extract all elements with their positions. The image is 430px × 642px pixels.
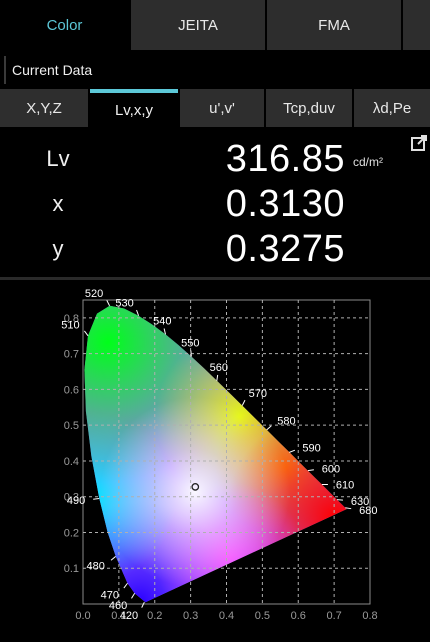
y-tick-label: 0.5 — [64, 420, 79, 432]
wavelength-tick — [84, 331, 88, 336]
tab-jeita[interactable]: JEITA — [131, 0, 265, 50]
tab-xyz-label: X,Y,Z — [26, 100, 62, 117]
wavelength-tick — [142, 602, 145, 607]
sub-tab-bar: X,Y,Z Lv,x,y u',v' Tcp,duv λd,Pe — [0, 89, 430, 127]
tab-color[interactable]: Color — [0, 0, 129, 50]
x-tick-label: 0.5 — [255, 610, 270, 622]
tab-uv[interactable]: u',v' — [180, 89, 264, 127]
x-tick-label: 0.3 — [183, 610, 198, 622]
tab-lvxy-label: Lv,x,y — [115, 102, 153, 119]
x-tick-label: 0.2 — [147, 610, 162, 622]
lv-unit: cd/m² — [353, 155, 383, 169]
wavelength-tick — [242, 400, 245, 405]
wavelength-label: 480 — [86, 560, 104, 572]
wavelength-label: 510 — [61, 320, 79, 332]
wavelength-tick — [267, 426, 272, 430]
y-tick-label: 0.4 — [64, 456, 79, 468]
wavelength-tick — [289, 450, 295, 452]
x-tick-label: 0.8 — [362, 610, 377, 622]
wavelength-label: 560 — [210, 362, 228, 374]
wavelength-label: 550 — [181, 338, 199, 350]
wavelength-tick — [111, 556, 116, 560]
chromaticity-diagram: 0.00.10.20.30.40.50.60.70.8 0.10.20.30.4… — [0, 282, 430, 637]
wavelength-label: 470 — [101, 589, 119, 601]
tab-tcp-duv[interactable]: Tcp,duv — [266, 89, 352, 127]
y-tick-label: 0.7 — [64, 349, 79, 361]
y-row: y 0.3275 — [0, 228, 400, 272]
lv-label: Lv — [38, 146, 78, 172]
wavelength-label: 580 — [277, 416, 295, 428]
x-label: x — [38, 191, 78, 217]
lv-row: Lv 316.85 cd/m² — [0, 138, 400, 182]
wavelength-tick — [337, 500, 343, 501]
tab-overflow[interactable] — [403, 0, 430, 50]
wavelength-label: 530 — [115, 298, 133, 310]
x-value: 0.3130 — [226, 183, 345, 226]
wavelength-label: 490 — [67, 495, 85, 507]
wavelength-label: 540 — [153, 316, 171, 328]
wavelength-label: 600 — [322, 464, 340, 476]
y-value: 0.3275 — [226, 228, 345, 271]
wavelength-tick — [93, 498, 99, 499]
tab-color-label: Color — [47, 17, 83, 34]
y-tick-label: 0.1 — [64, 563, 79, 575]
wavelength-label: 680 — [359, 505, 377, 517]
wavelength-tick — [217, 375, 218, 381]
lv-value: 316.85 — [226, 138, 345, 181]
tab-fma-label: FMA — [318, 17, 350, 34]
x-tick-label: 0.4 — [219, 610, 234, 622]
chromaticity-svg: 0.00.10.20.30.40.50.60.70.8 0.10.20.30.4… — [0, 282, 430, 637]
tab-lambda-pe[interactable]: λd,Pe — [354, 89, 430, 127]
wavelength-tick — [131, 593, 134, 598]
wavelength-tick — [308, 470, 314, 471]
export-icon[interactable] — [410, 134, 428, 152]
wavelength-tick — [124, 583, 128, 588]
tab-tcp-duv-label: Tcp,duv — [283, 100, 335, 117]
tab-lvxy[interactable]: Lv,x,y — [90, 89, 178, 127]
current-data-header: Current Data — [4, 56, 430, 84]
tab-xyz[interactable]: X,Y,Z — [0, 89, 88, 127]
tab-jeita-label: JEITA — [178, 17, 218, 34]
wavelength-label: 570 — [249, 388, 267, 400]
wavelength-label: 460 — [109, 600, 127, 612]
y-label: y — [38, 236, 78, 262]
tab-uv-label: u',v' — [209, 100, 235, 117]
tab-lambda-pe-label: λd,Pe — [373, 100, 411, 117]
wavelength-tick — [137, 310, 139, 316]
wavelength-label: 610 — [336, 479, 354, 491]
x-row: x 0.3130 — [0, 183, 400, 227]
x-tick-label: 0.7 — [326, 610, 341, 622]
top-tab-bar: Color JEITA FMA — [0, 0, 430, 52]
x-tick-label: 0.6 — [291, 610, 306, 622]
wavelength-label: 520 — [85, 288, 103, 300]
y-tick-label: 0.6 — [64, 384, 79, 396]
wavelength-label: 590 — [302, 442, 320, 454]
y-tick-label: 0.2 — [64, 527, 79, 539]
tab-fma[interactable]: FMA — [267, 0, 401, 50]
wavelength-tick — [107, 300, 110, 305]
x-tick-label: 0.0 — [75, 610, 90, 622]
section-divider — [0, 277, 430, 280]
